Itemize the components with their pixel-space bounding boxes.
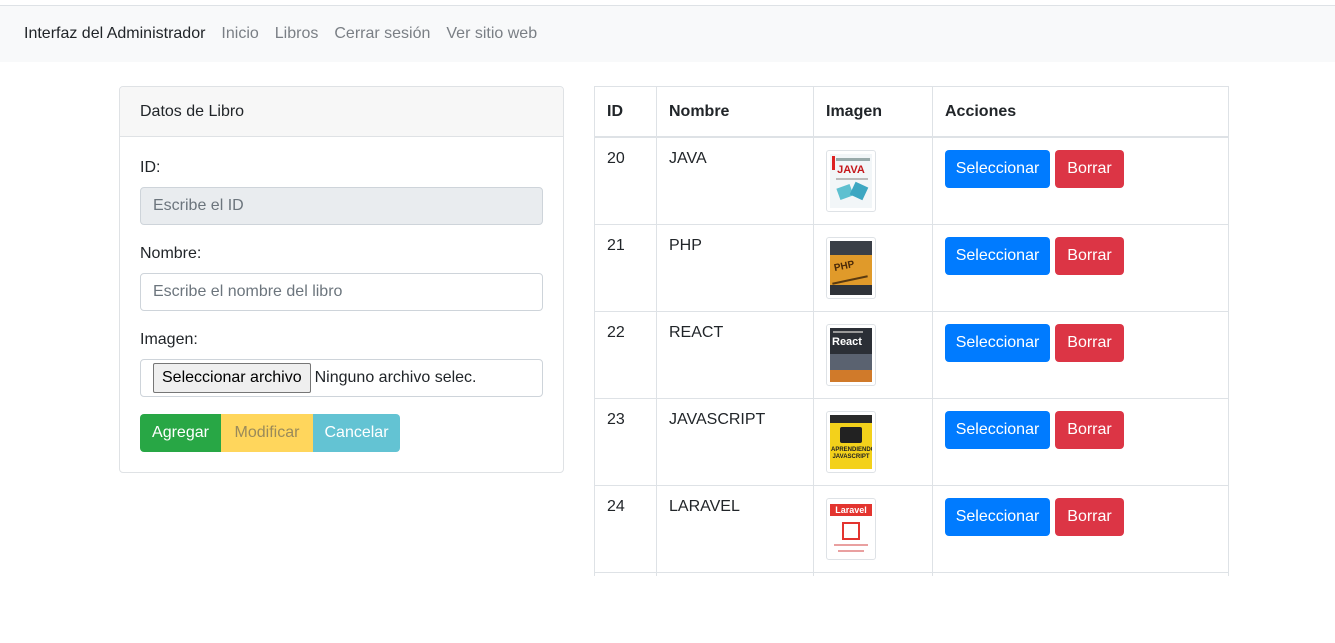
select-button[interactable]: Seleccionar: [945, 236, 1050, 275]
table-row: [594, 571, 1229, 576]
cancel-button[interactable]: Cancelar: [313, 414, 400, 452]
java-cover-image: JAVA: [830, 154, 872, 208]
books-table: ID Nombre Imagen Acciones 20 JAVA JAVA S…: [594, 87, 1229, 576]
modify-button[interactable]: Modificar: [221, 414, 313, 452]
navbar-brand[interactable]: Interfaz del Administrador: [24, 25, 205, 43]
name-group: Nombre:: [140, 245, 544, 311]
react-cover-image: React: [830, 327, 872, 382]
cell-id: 20: [594, 136, 657, 225]
cell-image: APRENDIENDO JAVASCRIPT: [813, 397, 933, 486]
cell-id: 23: [594, 397, 657, 486]
cell-actions: Seleccionar Borrar: [932, 136, 1229, 225]
id-group: ID:: [140, 159, 544, 225]
select-file-button[interactable]: Seleccionar archivo: [153, 363, 311, 393]
cell-actions: Seleccionar Borrar: [932, 223, 1229, 312]
javascript-cover-image: APRENDIENDO JAVASCRIPT: [830, 414, 872, 469]
card-header: Datos de Libro: [120, 87, 563, 137]
header-acciones: Acciones: [932, 87, 1229, 138]
cell-image: JAVA: [813, 136, 933, 225]
table-row: 20 JAVA JAVA Seleccionar Borrar: [594, 136, 1229, 225]
cell-id: 22: [594, 310, 657, 399]
header-imagen: Imagen: [813, 87, 933, 138]
book-cover-thumbnail: Laravel: [826, 497, 876, 560]
delete-button[interactable]: Borrar: [1055, 497, 1124, 536]
cell-actions: Seleccionar Borrar: [932, 310, 1229, 399]
nav-link-cerrar-sesion[interactable]: Cerrar sesión: [334, 25, 430, 43]
cell-id: 24: [594, 484, 657, 573]
cell-name: REACT: [656, 310, 814, 399]
select-button[interactable]: Seleccionar: [945, 150, 1050, 188]
cell-image: Laravel: [813, 484, 933, 573]
book-form-card: Datos de Libro ID: Nombre: Imagen: Selec…: [119, 86, 564, 473]
delete-button[interactable]: Borrar: [1055, 150, 1124, 188]
cell-name: JAVASCRIPT: [656, 397, 814, 486]
file-input[interactable]: Seleccionar archivo Ninguno archivo sele…: [140, 359, 543, 397]
image-group: Imagen: Seleccionar archivo Ninguno arch…: [140, 331, 544, 397]
nav-link-libros[interactable]: Libros: [275, 25, 319, 43]
cell-image: React: [813, 310, 933, 399]
select-button[interactable]: Seleccionar: [945, 323, 1050, 362]
table-row: 23 JAVASCRIPT APRENDIENDO JAVASCRIPT Sel…: [594, 397, 1229, 486]
name-input[interactable]: [140, 273, 543, 311]
image-label: Imagen:: [140, 331, 198, 348]
book-cover-thumbnail: JAVA: [826, 150, 876, 212]
book-cover-thumbnail: PHP: [826, 236, 876, 299]
navbar: Interfaz del Administrador Inicio Libros…: [0, 6, 1335, 62]
cell-name: PHP: [656, 223, 814, 312]
add-button[interactable]: Agregar: [140, 414, 221, 452]
table-row: 21 PHP PHP Seleccionar Borrar: [594, 223, 1229, 312]
book-cover-thumbnail: APRENDIENDO JAVASCRIPT: [826, 410, 876, 473]
php-cover-image: PHP: [830, 240, 872, 295]
cell-image: PHP: [813, 223, 933, 312]
cell-actions: Seleccionar Borrar: [932, 397, 1229, 486]
delete-button[interactable]: Borrar: [1055, 236, 1124, 275]
form-button-group: Agregar Modificar Cancelar: [140, 414, 400, 452]
id-input: [140, 187, 543, 225]
cell-id: 21: [594, 223, 657, 312]
delete-button[interactable]: Borrar: [1055, 323, 1124, 362]
file-status: Ninguno archivo selec.: [314, 369, 477, 386]
laravel-cover-image: Laravel: [830, 501, 872, 556]
table-row: 22 REACT React Seleccionar Borrar: [594, 310, 1229, 399]
header-id: ID: [594, 87, 657, 138]
select-button[interactable]: Seleccionar: [945, 497, 1050, 536]
nav-link-ver-sitio-web[interactable]: Ver sitio web: [446, 25, 537, 43]
select-button[interactable]: Seleccionar: [945, 410, 1050, 449]
table-header-row: ID Nombre Imagen Acciones: [594, 87, 1229, 138]
table-row: 24 LARAVEL Laravel Seleccionar Borrar: [594, 484, 1229, 573]
books-table-container: ID Nombre Imagen Acciones 20 JAVA JAVA S…: [594, 86, 1229, 576]
delete-button[interactable]: Borrar: [1055, 410, 1124, 449]
cell-name: JAVA: [656, 136, 814, 225]
cell-actions: Seleccionar Borrar: [932, 484, 1229, 573]
header-nombre: Nombre: [656, 87, 814, 138]
id-label: ID:: [140, 159, 161, 176]
cell-name: LARAVEL: [656, 484, 814, 573]
nav-link-inicio[interactable]: Inicio: [221, 25, 258, 43]
book-cover-thumbnail: React: [826, 323, 876, 386]
name-label: Nombre:: [140, 245, 202, 262]
